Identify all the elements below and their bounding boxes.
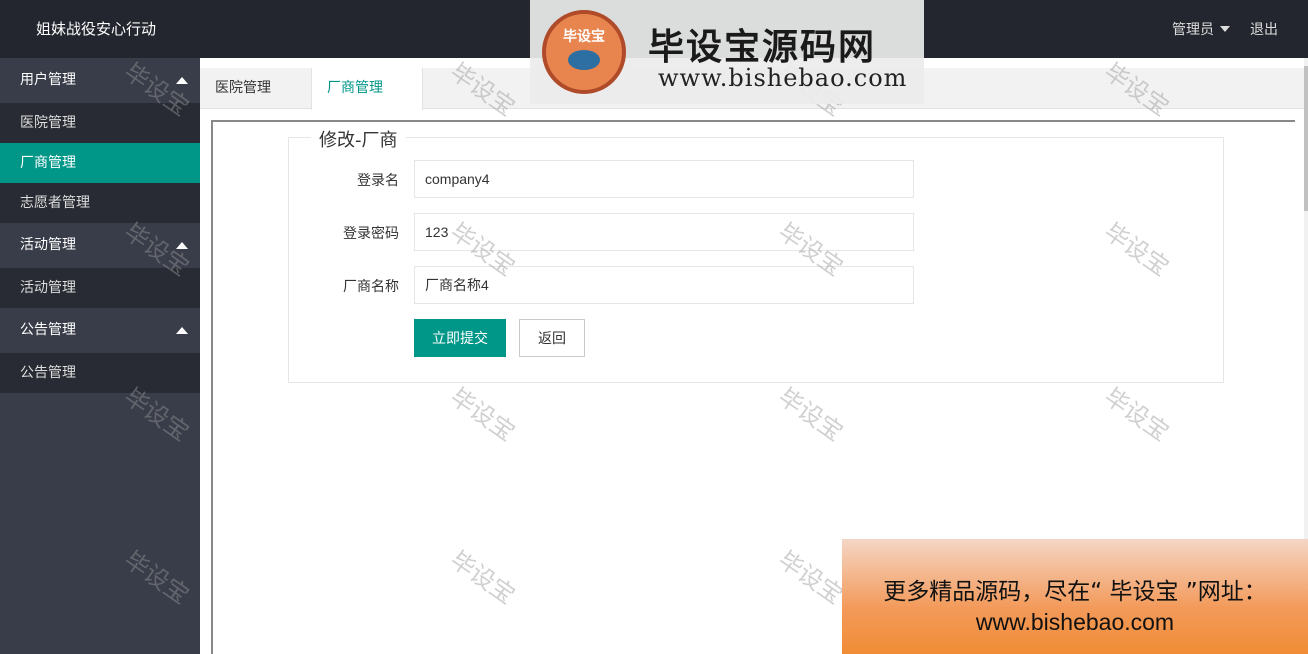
sidebar-item-hospital[interactable]: 医院管理 — [0, 103, 200, 143]
promo-line-2: www.bishebao.com — [975, 609, 1175, 635]
caret-down-icon — [1220, 26, 1230, 32]
logout-link[interactable]: 退出 — [1250, 19, 1278, 39]
app-title: 姐妹战役安心行动 — [36, 20, 157, 38]
sidebar-group-label: 活动管理 — [20, 237, 76, 253]
password-input[interactable]: 123 — [414, 213, 914, 251]
caret-up-icon — [176, 77, 188, 84]
form-row-vendor-name: 厂商名称 厂商名称4 — [289, 266, 1223, 304]
tab-label: 厂商管理 — [327, 80, 383, 96]
user-label: 管理员 — [1172, 22, 1214, 38]
sidebar-group-activity[interactable]: 活动管理 — [0, 223, 200, 268]
sidebar-group-notice[interactable]: 公告管理 — [0, 308, 200, 353]
sidebar-item-activity[interactable]: 活动管理 — [0, 268, 200, 308]
sidebar: 用户管理 医院管理 厂商管理 志愿者管理 活动管理 活动管理 公告管理 公告管理 — [0, 58, 200, 654]
sidebar-group-label: 用户管理 — [20, 72, 76, 88]
sidebar-item-vendor[interactable]: 厂商管理 — [0, 143, 200, 183]
sidebar-group-user-management[interactable]: 用户管理 — [0, 58, 200, 103]
back-button[interactable]: 返回 — [519, 319, 585, 357]
tab-label: 医院管理 — [215, 80, 271, 96]
login-name-input[interactable]: company4 — [414, 160, 914, 198]
tab-vendor[interactable]: 厂商管理✕ — [311, 68, 423, 137]
sidebar-item-volunteer[interactable]: 志愿者管理 — [0, 183, 200, 223]
form-row-password: 登录密码 123 — [289, 213, 1223, 251]
vendor-name-input[interactable]: 厂商名称4 — [414, 266, 914, 304]
sidebar-group-label: 公告管理 — [20, 322, 76, 338]
form-legend: 修改-厂商 — [311, 126, 406, 152]
promo-banner: 更多精品源码，尽在“ 毕设宝 ”网址： www.bishebao.com — [842, 539, 1308, 654]
user-menu[interactable]: 管理员 — [1172, 19, 1230, 39]
field-label: 厂商名称 — [343, 279, 399, 295]
mascot-icon — [568, 50, 600, 70]
brand-url: www.bishebao.com — [658, 64, 908, 92]
scrollbar-thumb[interactable] — [1304, 66, 1308, 211]
caret-up-icon — [176, 242, 188, 249]
tab-hospital[interactable]: 医院管理✕ — [200, 68, 310, 137]
sidebar-item-notice[interactable]: 公告管理 — [0, 353, 200, 393]
promo-line-1: 更多精品源码，尽在“ 毕设宝 ”网址： — [883, 579, 1267, 605]
brand-watermark-banner: 毕设宝 毕设宝源码网 www.bishebao.com — [530, 0, 924, 104]
brand-title: 毕设宝源码网 — [648, 27, 877, 68]
edit-vendor-form: 修改-厂商 登录名 company4 登录密码 123 厂商名称 厂商名称4 立… — [288, 126, 1224, 383]
form-row-login-name: 登录名 company4 — [289, 160, 1223, 198]
seal-text: 毕设宝 — [563, 29, 605, 45]
field-label: 登录名 — [357, 173, 399, 189]
caret-up-icon — [176, 327, 188, 334]
field-label: 登录密码 — [343, 226, 399, 242]
submit-button[interactable]: 立即提交 — [414, 319, 506, 357]
brand-logo-icon: 毕设宝 — [542, 10, 626, 94]
